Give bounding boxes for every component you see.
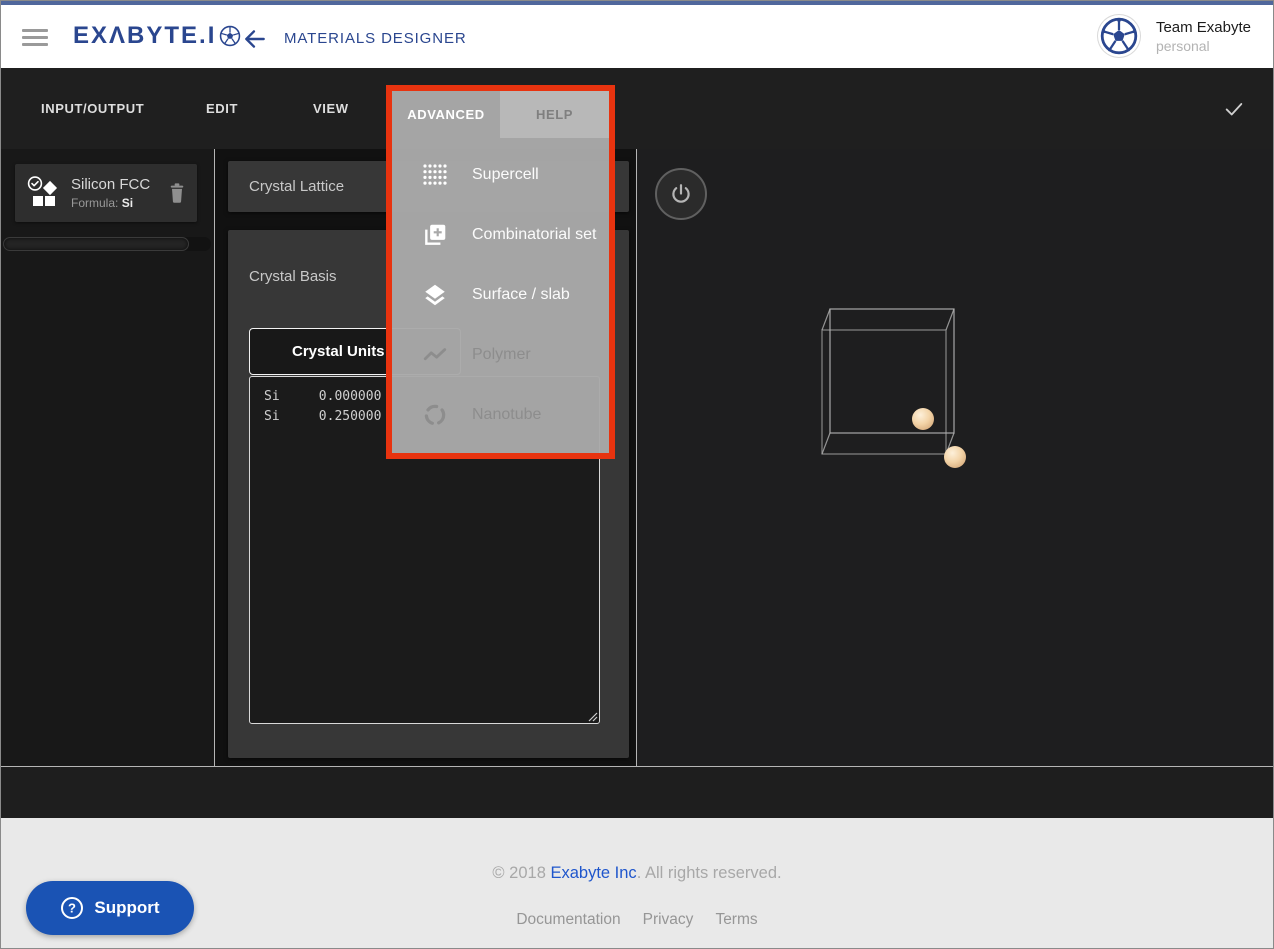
atom-sphere: [912, 408, 934, 430]
link-documentation[interactable]: Documentation: [516, 911, 620, 929]
advanced-menu-list: Supercell Combinatorial set Surface / sl…: [392, 138, 609, 445]
page-footer: © 2018 Exabyte Inc. All rights reserved.…: [1, 818, 1273, 949]
designer-menubar: INPUT/OUTPUT EDIT VIEW: [1, 68, 1273, 149]
link-privacy[interactable]: Privacy: [643, 911, 694, 929]
surface-slab-layers-icon: [422, 282, 448, 308]
power-button[interactable]: [655, 168, 707, 220]
crystal-basis-header: Crystal Basis: [249, 268, 337, 285]
company-link[interactable]: Exabyte Inc: [550, 864, 636, 882]
menu-item-polymer: Polymer: [392, 325, 609, 385]
sidebar-scrollbar[interactable]: [3, 237, 211, 251]
main-workspace: Silicon FCC Formula: Si Crys: [1, 149, 1273, 766]
menu-item-nanotube: Nanotube: [392, 385, 609, 445]
supercell-grid-icon: [422, 162, 448, 188]
combinatorial-set-icon: [422, 222, 448, 248]
nanotube-loop-icon: [422, 402, 448, 428]
app-window: EXΛBYTE.I MATERIALS DESIGNER: [0, 0, 1274, 949]
menu-input-output[interactable]: INPUT/OUTPUT: [41, 68, 144, 149]
user-scope: personal: [1156, 38, 1251, 54]
materials-sidebar: Silicon FCC Formula: Si: [1, 149, 214, 766]
menu-item-surface-slab[interactable]: Surface / slab: [392, 265, 609, 325]
viewer-3d-panel: [637, 149, 1274, 766]
scrollbar-thumb[interactable]: [3, 237, 189, 251]
material-formula: Formula: Si: [71, 196, 157, 210]
exabyte-logo[interactable]: EXΛBYTE.I: [73, 22, 241, 50]
menu-help[interactable]: HELP: [500, 91, 609, 138]
user-name: Team Exabyte: [1156, 19, 1251, 36]
page-title: MATERIALS DESIGNER: [284, 30, 467, 47]
menu-item-combinatorial-set[interactable]: Combinatorial set: [392, 205, 609, 265]
svg-text:?: ?: [68, 901, 76, 916]
annotation-highlight: ADVANCED HELP Supercell: [386, 85, 615, 459]
link-terms[interactable]: Terms: [715, 911, 757, 929]
apply-check-icon[interactable]: [1223, 98, 1245, 120]
formula-value: Si: [122, 196, 133, 210]
menu-view[interactable]: VIEW: [313, 68, 349, 149]
menu-advanced[interactable]: ADVANCED: [392, 91, 500, 138]
support-button[interactable]: ? Support: [26, 881, 194, 935]
soccer-ball-icon: [219, 25, 241, 47]
menu-edit[interactable]: EDIT: [206, 68, 238, 149]
brand-text: EXΛBYTE.I: [73, 22, 216, 50]
user-menu[interactable]: Team Exabyte personal: [1098, 15, 1251, 57]
dropdown-tab-row: ADVANCED HELP: [392, 91, 609, 138]
unit-cell-wireframe: [822, 309, 954, 454]
structure-3d-viewport[interactable]: [806, 296, 976, 476]
polymer-zigzag-icon: [422, 342, 448, 368]
material-name: Silicon FCC: [71, 176, 157, 193]
copyright-text: © 2018 Exabyte Inc. All rights reserved.: [1, 864, 1273, 883]
menu-item-supercell[interactable]: Supercell: [392, 145, 609, 205]
material-icon: [25, 175, 61, 211]
back-arrow-icon[interactable]: [242, 26, 268, 52]
delete-trash-icon[interactable]: [167, 182, 187, 204]
team-avatar: [1098, 15, 1140, 57]
help-question-icon: ?: [60, 896, 84, 920]
hamburger-menu-icon[interactable]: [22, 25, 48, 51]
app-header: EXΛBYTE.I MATERIALS DESIGNER: [1, 5, 1273, 68]
power-icon: [669, 182, 693, 206]
atom-sphere: [944, 446, 966, 468]
material-list-item[interactable]: Silicon FCC Formula: Si: [15, 164, 197, 222]
bottom-toolbar-band: [1, 767, 1273, 818]
